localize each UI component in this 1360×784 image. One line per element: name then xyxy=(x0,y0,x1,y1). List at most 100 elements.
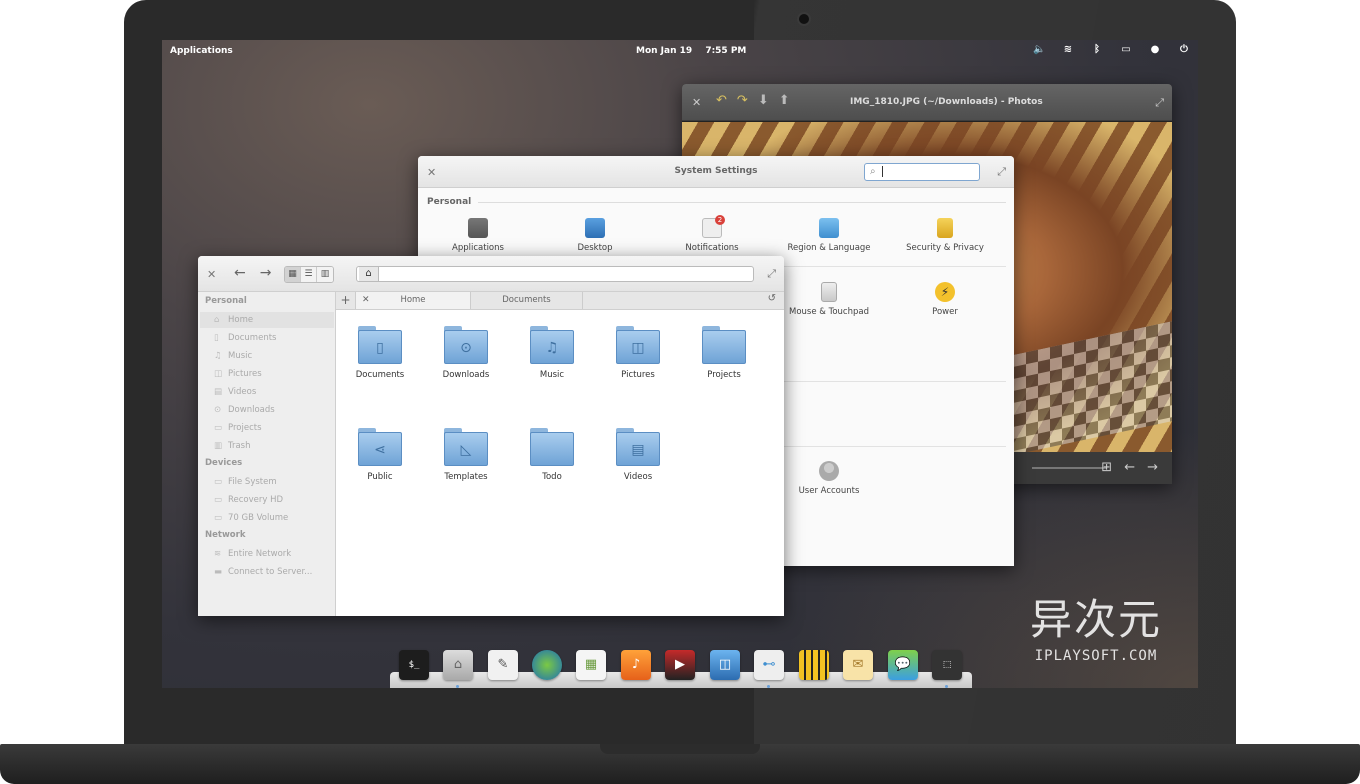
forward-arrow-icon[interactable]: → xyxy=(260,265,272,281)
previous-icon[interactable]: ← xyxy=(1124,460,1135,475)
folder-downloads[interactable]: ⊙ Downloads xyxy=(426,326,506,380)
user-accounts-icon xyxy=(819,461,839,481)
folder-public[interactable]: ⋖ Public xyxy=(340,428,420,482)
sidebar-heading-devices: Devices xyxy=(205,458,243,468)
bluetooth-icon[interactable]: ᛒ xyxy=(1091,44,1103,55)
folder-icon: ⋖ xyxy=(358,428,402,466)
export-icon[interactable]: ⬆ xyxy=(779,93,790,108)
messages-icon[interactable]: 💬 xyxy=(888,650,918,680)
music-note-icon: ♫ xyxy=(214,351,222,361)
drive-icon: ▭ xyxy=(214,513,223,523)
power-icon[interactable]: ⏻ xyxy=(1178,44,1190,55)
folder-todo[interactable]: Todo xyxy=(512,428,592,482)
sidebar-item-entire-network[interactable]: ≋ Entire Network xyxy=(214,546,334,562)
files-app-icon[interactable]: ⌂ xyxy=(443,650,473,680)
sidebar-item-trash[interactable]: ▥ Trash xyxy=(214,438,334,454)
list-view-icon[interactable]: ☰ xyxy=(301,267,317,282)
folder-documents[interactable]: ▯ Documents xyxy=(340,326,420,380)
taxi-icon[interactable] xyxy=(799,650,829,680)
folder-videos[interactable]: ▤ Videos xyxy=(598,428,678,482)
settings-item-label: Region & Language xyxy=(787,243,871,253)
back-arrow-icon[interactable]: ← xyxy=(234,265,246,281)
photos-titlebar: ✕ ↶ ↷ ⬇ ⬆ IMG_1810.JPG (~/Downloads) - P… xyxy=(682,84,1172,121)
sidebar-item-file-system[interactable]: ▭ File System xyxy=(214,474,334,490)
tab-documents[interactable]: Documents xyxy=(471,292,583,309)
settings-item-mouse-touchpad[interactable]: Mouse & Touchpad xyxy=(774,282,884,317)
sidebar-item-videos[interactable]: ▤ Videos xyxy=(214,384,334,400)
sidebar-item-music[interactable]: ♫ Music xyxy=(214,348,334,364)
folder-templates[interactable]: ◺ Templates xyxy=(426,428,506,482)
videos-icon[interactable]: ▶ xyxy=(665,650,695,680)
mail-icon[interactable]: ✉ xyxy=(843,650,873,680)
files-window: ✕ ← → ▦ ☰ ▥ ⌂ ⤢ Personal ⌂ Home ▯ Document… xyxy=(198,256,784,616)
zoom-in-icon[interactable]: ⊞ xyxy=(1101,460,1112,475)
close-tab-icon[interactable]: ✕ xyxy=(362,292,370,309)
applications-menu[interactable]: Applications xyxy=(170,46,233,56)
settings-item-label: Security & Privacy xyxy=(906,243,984,253)
tab-home[interactable]: ✕ Home xyxy=(356,292,471,309)
settings-item-region-language[interactable]: Region & Language xyxy=(774,218,884,253)
close-icon[interactable]: ✕ xyxy=(207,268,216,281)
settings-item-user-accounts[interactable]: User Accounts xyxy=(774,461,884,496)
zoom-slider[interactable] xyxy=(1032,467,1107,469)
camera-icon: ◫ xyxy=(214,369,223,379)
folder-pictures[interactable]: ◫ Pictures xyxy=(598,326,678,380)
music-icon[interactable]: ♪ xyxy=(621,650,651,680)
nav-arrows: ← → xyxy=(234,265,271,281)
rotate-left-icon[interactable]: ↶ xyxy=(716,93,727,108)
screenshot-icon[interactable]: ⬚ xyxy=(932,650,962,680)
text-editor-icon[interactable]: ✎ xyxy=(488,650,518,680)
grid-view-icon[interactable]: ▦ xyxy=(285,267,301,282)
settings-app-icon[interactable]: ⊷ xyxy=(754,650,784,680)
photo-toolbar: ↶ ↷ ⬇ ⬆ xyxy=(716,93,790,108)
column-view-icon[interactable]: ▥ xyxy=(317,267,333,282)
close-icon[interactable]: ✕ xyxy=(692,96,701,109)
settings-item-notifications[interactable]: 2 Notifications xyxy=(657,215,767,253)
settings-item-power[interactable]: ⚡ Power xyxy=(890,282,1000,317)
tab-bar: + ✕ Home Documents ↺ xyxy=(336,292,784,310)
files-sidebar: Personal ⌂ Home ▯ Documents ♫ Music ◫ Pictur… xyxy=(198,292,336,616)
notification-bell-icon[interactable]: ● xyxy=(1149,44,1161,55)
new-tab-button[interactable]: + xyxy=(336,292,356,309)
calendar-icon[interactable]: ▦ xyxy=(576,650,606,680)
settings-search-input[interactable]: ⌕ xyxy=(864,163,980,181)
sidebar-item-label: Downloads xyxy=(228,405,275,415)
folder-music[interactable]: ♫ Music xyxy=(512,326,592,380)
maximize-icon[interactable]: ⤢ xyxy=(767,267,776,281)
maximize-icon[interactable]: ⤢ xyxy=(997,165,1006,179)
sidebar-item-downloads[interactable]: ⊙ Downloads xyxy=(214,402,334,418)
clock-date: Mon Jan 19 xyxy=(636,46,693,56)
sidebar-item-documents[interactable]: ▯ Documents xyxy=(214,330,334,346)
sidebar-item-volume[interactable]: ▭ 70 GB Volume xyxy=(214,510,334,526)
settings-item-security-privacy[interactable]: Security & Privacy xyxy=(890,218,1000,253)
settings-item-applications[interactable]: Applications xyxy=(423,218,533,253)
settings-item-desktop[interactable]: Desktop xyxy=(540,218,650,253)
sidebar-item-label: Music xyxy=(228,351,253,361)
sidebar-item-home[interactable]: ⌂ Home xyxy=(200,312,334,328)
maximize-icon[interactable]: ⤢ xyxy=(1155,96,1164,110)
notifications-icon: 2 xyxy=(702,215,725,238)
sidebar-item-recovery-hd[interactable]: ▭ Recovery HD xyxy=(214,492,334,508)
battery-icon[interactable]: ▭ xyxy=(1120,44,1132,55)
sidebar-item-projects[interactable]: ▭ Projects xyxy=(214,420,334,436)
photos-app-icon[interactable]: ◫ xyxy=(710,650,740,680)
rotate-right-icon[interactable]: ↷ xyxy=(737,93,748,108)
next-icon[interactable]: → xyxy=(1147,460,1158,475)
path-bar[interactable]: ⌂ xyxy=(356,266,754,282)
notification-badge: 2 xyxy=(715,215,725,225)
home-icon[interactable]: ⌂ xyxy=(359,267,379,281)
folder-projects[interactable]: Projects xyxy=(684,326,764,380)
browser-icon[interactable] xyxy=(532,650,562,680)
volume-icon[interactable]: 🔈 xyxy=(1033,44,1045,55)
folder-icon: ◫ xyxy=(616,326,660,364)
terminal-icon[interactable]: $_ xyxy=(399,650,429,680)
history-icon[interactable]: ↺ xyxy=(768,293,776,304)
sidebar-item-pictures[interactable]: ◫ Pictures xyxy=(214,366,334,382)
clock[interactable]: Mon Jan 19 7:55 PM xyxy=(636,46,746,56)
import-icon[interactable]: ⬇ xyxy=(758,93,769,108)
wifi-icon[interactable]: ≋ xyxy=(1062,44,1074,55)
sidebar-item-connect-server[interactable]: ▬ Connect to Server... xyxy=(214,564,334,580)
power-settings-icon: ⚡ xyxy=(935,282,955,302)
tab-label: Documents xyxy=(502,295,551,305)
sidebar-item-label: File System xyxy=(228,477,277,487)
